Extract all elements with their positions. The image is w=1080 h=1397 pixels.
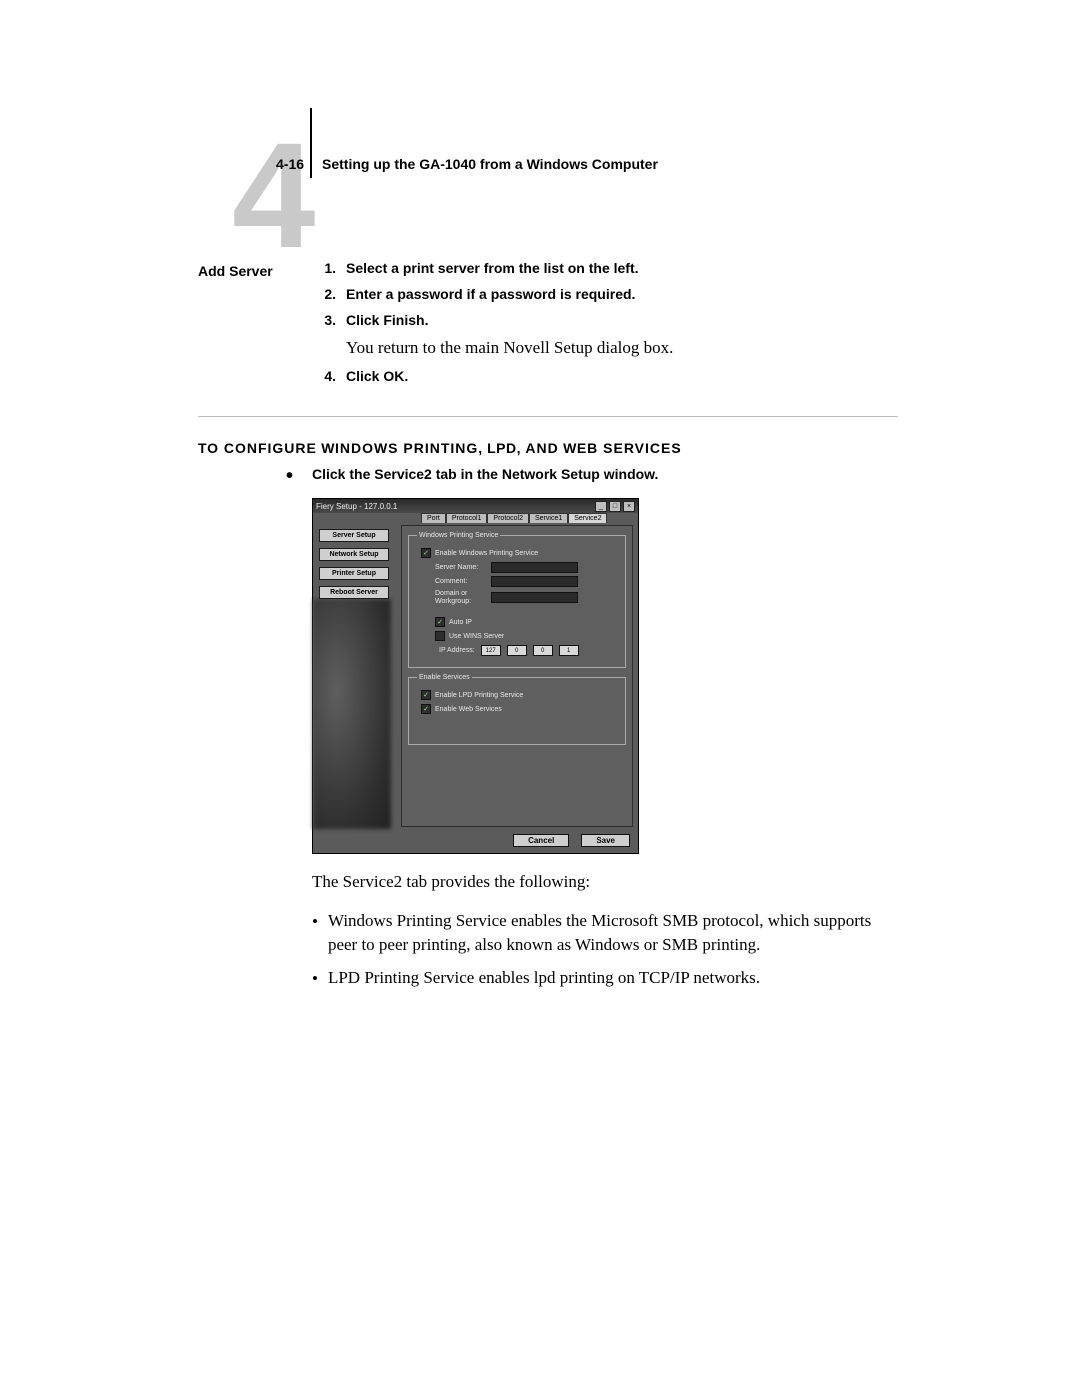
step-text: Click Finish.	[346, 312, 902, 328]
cancel-button[interactable]: Cancel	[513, 834, 569, 847]
domain-input[interactable]	[491, 592, 578, 603]
checkbox-enable-lpd[interactable]: ✓ Enable LPD Printing Service	[421, 690, 619, 700]
tab-panel: Windows Printing Service ✓ Enable Window…	[401, 525, 633, 827]
sidebar: Server Setup Network Setup Printer Setup…	[319, 529, 389, 605]
list-item-text: LPD Printing Service enables lpd printin…	[328, 966, 760, 992]
field-label: IP Address:	[439, 647, 475, 654]
st-part-sc: AND	[525, 440, 558, 456]
dialog-buttons: Cancel Save	[513, 834, 630, 847]
minimize-icon[interactable]: _	[595, 501, 607, 512]
body-text: The Service2 tab provides the following:…	[312, 870, 902, 1000]
field-ip-address: IP Address: 127 0 0 1	[439, 645, 619, 656]
save-button[interactable]: Save	[581, 834, 630, 847]
step-text: Select a print server from the list on t…	[346, 260, 902, 276]
tab-service1[interactable]: Service1	[529, 513, 568, 523]
checkbox-label: Enable Web Services	[435, 706, 502, 713]
field-domain: Domain or Workgroup:	[435, 590, 619, 605]
sidebar-background-image	[313, 599, 391, 829]
checkbox-icon: ✓	[421, 704, 431, 714]
chapter-number-watermark: 4	[232, 120, 315, 270]
tab-port[interactable]: Port	[421, 513, 446, 523]
step-3: 3. Click Finish.	[312, 312, 902, 328]
tab-service2[interactable]: Service2	[568, 513, 607, 523]
document-page: 4 4-16 Setting up the GA-1040 from a Win…	[0, 0, 1080, 1397]
bullet-list: Windows Printing Service enables the Mic…	[312, 909, 902, 992]
horizontal-rule	[198, 416, 898, 417]
step-4: 4. Click OK.	[312, 368, 902, 384]
sidebar-btn-server-setup[interactable]: Server Setup	[319, 529, 389, 542]
list-item-text: Windows Printing Service enables the Mic…	[328, 909, 902, 958]
group-enable-services: Enable Services ✓ Enable LPD Printing Se…	[408, 674, 626, 745]
checkbox-auto-ip[interactable]: ✓ Auto IP	[435, 617, 619, 627]
checkbox-icon: ✓	[421, 690, 431, 700]
field-label: Comment:	[435, 578, 491, 585]
step-text: Enter a password if a password is requir…	[346, 286, 902, 302]
ip-octet-4[interactable]: 1	[559, 645, 579, 656]
st-part: W	[559, 440, 577, 456]
st-part-sc: INDOWS PRINTING	[335, 440, 478, 456]
chapter-title: Setting up the GA-1040 from a Windows Co…	[322, 156, 658, 172]
tab-protocol2[interactable]: Protocol2	[487, 513, 529, 523]
instruction-bullet: Click the Service2 tab in the Network Se…	[312, 466, 882, 482]
checkbox-icon: ✓	[435, 617, 445, 627]
st-part-sc: O CONFIGURE	[207, 440, 317, 456]
maximize-icon[interactable]: □	[609, 501, 621, 512]
checkbox-label: Enable LPD Printing Service	[435, 692, 523, 699]
checkbox-label: Auto IP	[449, 619, 472, 626]
group-legend: Windows Printing Service	[417, 532, 500, 539]
checkbox-enable-web[interactable]: ✓ Enable Web Services	[421, 704, 619, 714]
header-rule	[310, 108, 312, 178]
fiery-setup-window: Fiery Setup - 127.0.0.1 _ □ × Port Proto…	[312, 498, 639, 854]
step-3-body: You return to the main Novell Setup dial…	[346, 338, 902, 358]
titlebar: Fiery Setup - 127.0.0.1 _ □ ×	[313, 499, 638, 513]
comment-input[interactable]	[491, 576, 578, 587]
tab-protocol1[interactable]: Protocol1	[446, 513, 488, 523]
list-item: Windows Printing Service enables the Mic…	[312, 909, 902, 958]
group-legend: Enable Services	[417, 674, 472, 681]
ip-octet-3[interactable]: 0	[533, 645, 553, 656]
section-title: TO CONFIGURE WINDOWS PRINTING, LPD, AND …	[198, 440, 682, 456]
step-1: 1. Select a print server from the list o…	[312, 260, 902, 276]
st-part: T	[198, 440, 207, 456]
sidebar-btn-printer-setup[interactable]: Printer Setup	[319, 567, 389, 580]
ip-octet-1[interactable]: 127	[481, 645, 501, 656]
st-part: W	[317, 440, 335, 456]
st-part-sc: EB SERVICES	[577, 440, 682, 456]
sidebar-btn-network-setup[interactable]: Network Setup	[319, 548, 389, 561]
step-text: Click OK.	[346, 368, 902, 384]
intro-line: The Service2 tab provides the following:	[312, 870, 902, 895]
field-comment: Comment:	[435, 576, 619, 587]
list-item: LPD Printing Service enables lpd printin…	[312, 966, 902, 992]
page-number: 4-16	[276, 156, 304, 172]
checkbox-label: Enable Windows Printing Service	[435, 550, 538, 557]
ip-octet-2[interactable]: 0	[507, 645, 527, 656]
group-windows-printing: Windows Printing Service ✓ Enable Window…	[408, 532, 626, 668]
step-number: 1.	[312, 260, 336, 276]
margin-label-add-server: Add Server	[198, 263, 273, 279]
field-server-name: Server Name:	[435, 562, 619, 573]
checkbox-icon: ✓	[421, 548, 431, 558]
window-title: Fiery Setup - 127.0.0.1	[316, 502, 593, 511]
checkbox-icon: ✓	[435, 631, 445, 641]
steps-list: 1. Select a print server from the list o…	[312, 260, 902, 394]
step-number: 2.	[312, 286, 336, 302]
server-name-input[interactable]	[491, 562, 578, 573]
step-2: 2. Enter a password if a password is req…	[312, 286, 902, 302]
field-label: Domain or Workgroup:	[435, 590, 491, 605]
step-number: 3.	[312, 312, 336, 328]
tab-bar: Port Protocol1 Protocol2 Service1 Servic…	[421, 513, 607, 523]
checkbox-enable-windows-printing[interactable]: ✓ Enable Windows Printing Service	[421, 548, 619, 558]
st-part: , LPD,	[478, 440, 525, 456]
checkbox-use-wins[interactable]: ✓ Use WINS Server	[435, 631, 619, 641]
sidebar-btn-reboot-server[interactable]: Reboot Server	[319, 586, 389, 599]
step-number: 4.	[312, 368, 336, 384]
close-icon[interactable]: ×	[623, 501, 635, 512]
field-label: Server Name:	[435, 564, 491, 571]
checkbox-label: Use WINS Server	[449, 633, 504, 640]
